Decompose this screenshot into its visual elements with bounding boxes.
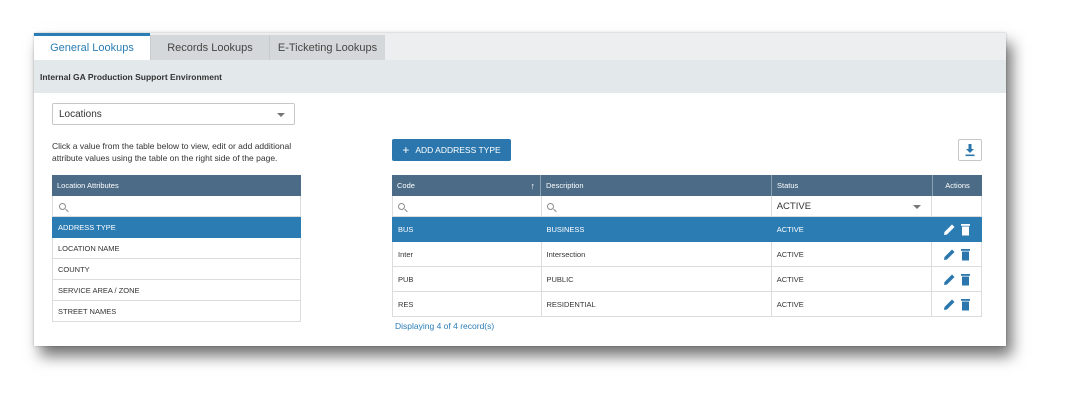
lookups-window: General Lookups Records Lookups E-Ticket… xyxy=(34,33,1006,346)
tab-bar: General Lookups Records Lookups E-Ticket… xyxy=(34,33,1006,60)
chevron-down-icon xyxy=(913,204,922,209)
attributes-header-label: Location Attributes xyxy=(57,181,119,190)
status-header-label: Status xyxy=(777,181,799,190)
description-cell: Intersection xyxy=(542,242,772,266)
attributes-table-header: Location Attributes xyxy=(52,175,301,196)
lookup-category-value: Locations xyxy=(59,108,102,120)
record-count: Displaying 4 of 4 record(s) xyxy=(395,321,495,331)
actions-filter-cell xyxy=(932,196,981,216)
column-header-actions: Actions xyxy=(933,175,982,196)
search-icon xyxy=(398,202,405,210)
code-cell: Inter xyxy=(393,242,542,266)
code-cell: RES xyxy=(393,292,542,316)
description-cell: PUBLIC xyxy=(542,267,772,291)
attributes-search-input[interactable] xyxy=(52,196,301,217)
instructions-text: Click a value from the table below to vi… xyxy=(52,141,292,163)
delete-icon[interactable] xyxy=(960,298,971,311)
code-cell: PUB xyxy=(393,267,542,291)
download-icon xyxy=(965,144,975,157)
status-cell: ACTIVE xyxy=(772,217,933,241)
search-icon xyxy=(59,202,66,210)
tab-records-lookups[interactable]: Records Lookups xyxy=(150,35,269,60)
column-header-status[interactable]: Status xyxy=(772,175,933,196)
add-button-label: ADD ADDRESS TYPE xyxy=(415,145,501,155)
description-filter-input[interactable] xyxy=(542,196,772,216)
attribute-row-address-type[interactable]: ADDRESS TYPE xyxy=(52,217,301,238)
search-icon xyxy=(546,202,554,210)
sort-up-icon: ↑ xyxy=(530,180,536,191)
status-cell: ACTIVE xyxy=(772,292,933,316)
delete-icon[interactable] xyxy=(960,273,971,286)
edit-icon[interactable] xyxy=(943,223,956,236)
actions-cell xyxy=(932,292,981,316)
status-filter-value: ACTIVE xyxy=(776,200,812,212)
attribute-row-street-names[interactable]: STREET NAMES xyxy=(52,301,301,322)
attribute-row-location-name[interactable]: LOCATION NAME xyxy=(52,238,301,259)
table-row[interactable]: BUS BUSINESS ACTIVE xyxy=(392,217,982,242)
column-header-code[interactable]: Code ↑ xyxy=(392,175,541,196)
status-cell: ACTIVE xyxy=(772,267,933,291)
code-filter-input[interactable] xyxy=(393,196,542,216)
actions-cell xyxy=(932,217,981,241)
description-cell: BUSINESS xyxy=(542,217,772,241)
add-address-type-button[interactable]: + ADD ADDRESS TYPE xyxy=(392,139,511,161)
delete-icon[interactable] xyxy=(960,248,971,261)
environment-label: Internal GA Production Support Environme… xyxy=(40,71,222,82)
edit-icon[interactable] xyxy=(943,273,956,286)
tab-general-lookups[interactable]: General Lookups xyxy=(34,33,150,60)
lookup-category-select[interactable]: Locations xyxy=(52,103,295,125)
description-cell: RESIDENTIAL xyxy=(542,292,772,316)
delete-icon[interactable] xyxy=(960,223,971,236)
chevron-down-icon xyxy=(277,113,285,117)
address-types-table: Code ↑ Description Status Actions ACTIVE… xyxy=(392,175,982,317)
attribute-row-county[interactable]: COUNTY xyxy=(52,259,301,280)
description-header-label: Description xyxy=(546,181,584,190)
code-cell: BUS xyxy=(393,217,542,241)
actions-cell xyxy=(932,267,981,291)
table-row[interactable]: RES RESIDENTIAL ACTIVE xyxy=(392,292,982,317)
plus-icon: + xyxy=(402,143,410,157)
filter-row: ACTIVE xyxy=(392,196,982,217)
actions-cell xyxy=(932,242,981,266)
actions-header-label: Actions xyxy=(945,181,970,190)
edit-icon[interactable] xyxy=(943,298,956,311)
download-button[interactable] xyxy=(958,139,982,161)
status-cell: ACTIVE xyxy=(772,242,933,266)
code-header-label: Code xyxy=(397,181,415,190)
edit-icon[interactable] xyxy=(943,248,956,261)
environment-banner: Internal GA Production Support Environme… xyxy=(34,60,1006,93)
tab-eticketing-lookups[interactable]: E-Ticketing Lookups xyxy=(269,35,385,60)
location-attributes-table: Location Attributes ADDRESS TYPE LOCATIO… xyxy=(52,175,301,322)
attribute-row-service-area-zone[interactable]: SERVICE AREA / ZONE xyxy=(52,280,301,301)
status-filter-select[interactable]: ACTIVE xyxy=(772,196,933,216)
address-types-header: Code ↑ Description Status Actions xyxy=(392,175,982,196)
table-row[interactable]: Inter Intersection ACTIVE xyxy=(392,242,982,267)
column-header-description[interactable]: Description xyxy=(541,175,772,196)
table-row[interactable]: PUB PUBLIC ACTIVE xyxy=(392,267,982,292)
